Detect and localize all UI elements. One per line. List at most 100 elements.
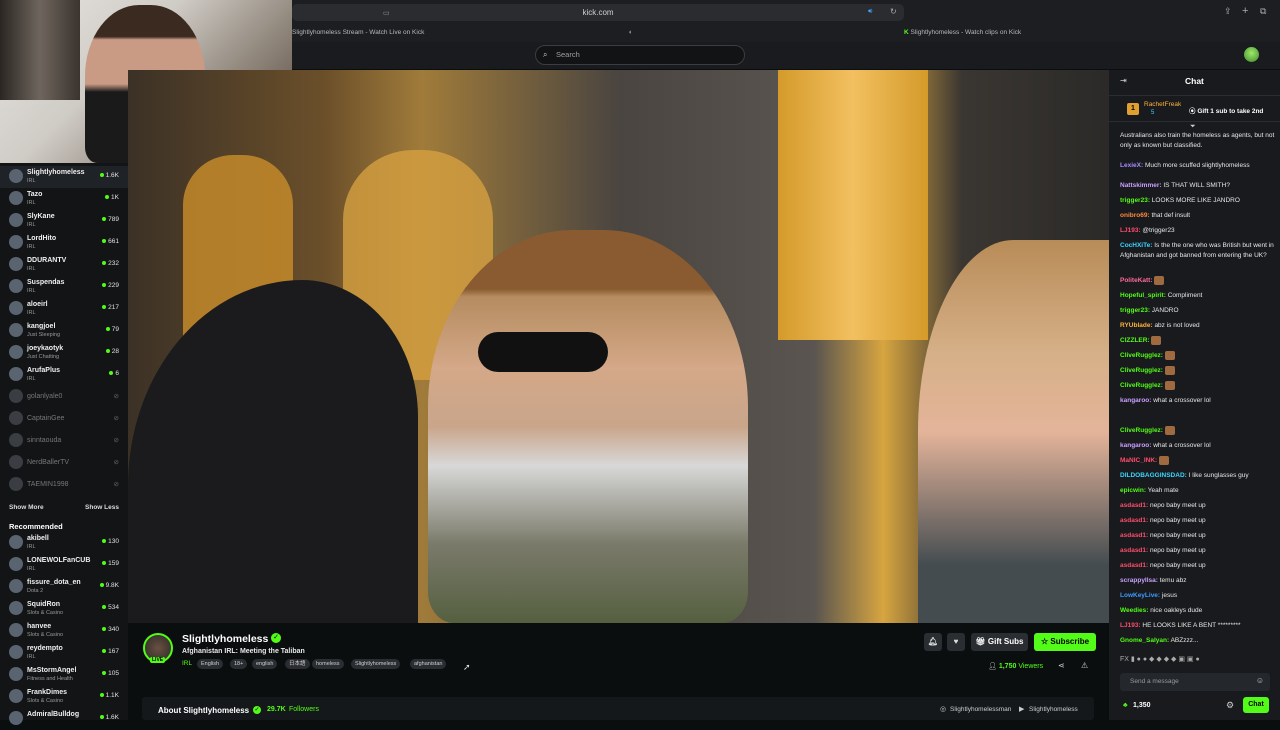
chat-text: Australians also train the homeless as a… [1120, 132, 1275, 149]
sidebar-channel[interactable]: sinntaouda ⊘ [0, 430, 128, 452]
youtube-icon[interactable]: ▶ [1019, 705, 1024, 713]
share-icon[interactable]: ⇪ [1224, 6, 1232, 17]
chat-username[interactable]: Hopeful_spirit: [1120, 292, 1166, 299]
sidebar-channel[interactable]: LordHito IRL 661 [0, 232, 128, 254]
tab-clips[interactable]: K Slightlyhomeless - Watch clips on Kick [904, 24, 1204, 41]
sidebar-channel[interactable]: akibell IRL 130 [0, 532, 128, 554]
sidebar-channel[interactable]: fissure_dota_en Dota 2 9.8K [0, 576, 128, 598]
stream-tag[interactable]: english [252, 659, 278, 669]
chat-username[interactable]: LowKeyLive: [1120, 592, 1160, 599]
chat-username[interactable]: kangaroo: [1120, 397, 1151, 404]
show-more-link[interactable]: Show More [9, 504, 44, 511]
kick-topbar [292, 42, 1280, 69]
show-less-link[interactable]: Show Less [85, 504, 119, 511]
chat-username[interactable]: CocHXiTe: [1120, 242, 1152, 249]
chat-username[interactable]: RYUblade: [1120, 322, 1153, 329]
chat-username[interactable]: trigger23: [1120, 307, 1150, 314]
tab-mute-icon[interactable]: 🔈︎ [629, 24, 633, 41]
chat-username[interactable]: trigger23: [1120, 197, 1150, 204]
social-link-1[interactable]: Slightlyhomelessman [950, 706, 1011, 713]
sidebar-channel[interactable]: TAEMIN1998 ⊘ [0, 474, 128, 496]
channel-category: IRL [27, 244, 36, 250]
emote-icon [1154, 276, 1165, 285]
sidebar-channel[interactable]: DDURANTV IRL 232 [0, 254, 128, 276]
sidebar-channel[interactable]: NerdBallerTV ⊘ [0, 452, 128, 474]
sidebar-channel[interactable]: AdmiralBulldog 1.6K [0, 708, 128, 730]
pinned-user[interactable]: RachetFreak [1144, 101, 1181, 108]
chat-username[interactable]: LJ193: [1120, 227, 1141, 234]
chat-username[interactable]: scrappyllsa: [1120, 577, 1158, 584]
chat-username[interactable]: DILDOBAGGINSDAD: [1120, 472, 1187, 479]
social-link-2[interactable]: Slightlyhomeless [1029, 706, 1078, 713]
chat-username[interactable]: CliveRugglez: [1120, 382, 1163, 389]
sidebar-channel[interactable]: CaptainGee ⊘ [0, 408, 128, 430]
chat-username[interactable]: onibro69: [1120, 212, 1150, 219]
chat-username[interactable]: Nattskimmer: [1120, 182, 1162, 189]
audio-icon[interactable]: 🔊︎ [868, 8, 872, 16]
subscribe-label: Subscribe [1050, 637, 1090, 646]
stream-tag[interactable]: Slightlyhomeless [351, 659, 401, 669]
chat-username[interactable]: asdasd1: [1120, 547, 1148, 554]
chat-username[interactable]: asdasd1: [1120, 532, 1148, 539]
notifications-button[interactable]: 🔔︎ [924, 633, 942, 651]
chat-username[interactable]: CliveRugglez: [1120, 427, 1163, 434]
points-value[interactable]: 1,350 [1133, 702, 1151, 709]
new-tab-icon[interactable]: + [1242, 5, 1248, 17]
follow-button[interactable]: ♥ [947, 633, 965, 651]
chat-username[interactable]: CliveRugglez: [1120, 367, 1163, 374]
video-player[interactable] [128, 70, 1109, 623]
user-avatar[interactable] [1244, 47, 1259, 62]
search-input[interactable]: ⌕ Search [535, 45, 745, 65]
instagram-icon[interactable]: ◎ [940, 705, 946, 713]
sidebar-channel[interactable]: hanvee Slots & Casino 340 [0, 620, 128, 642]
stream-tag[interactable]: homeless [312, 659, 344, 669]
sidebar-channel[interactable]: Tazo IRL 1K [0, 188, 128, 210]
sidebar-channel[interactable]: FrankDimes Slots & Casino 1.1K [0, 686, 128, 708]
channel-avatar-icon [9, 557, 23, 571]
reload-icon[interactable]: ↻ [890, 7, 897, 16]
chat-username[interactable]: asdasd1: [1120, 562, 1148, 569]
sidebar-channel[interactable]: aloeirl IRL 217 [0, 298, 128, 320]
chat-username[interactable]: CliveRugglez: [1120, 352, 1163, 359]
subscribe-button[interactable]: ☆ Subscribe [1034, 633, 1096, 651]
chat-input[interactable]: Send a message ☺ [1120, 673, 1270, 691]
tab-stream[interactable]: Slightlyhomeless Stream - Watch Live on … [292, 24, 622, 41]
channel-name[interactable]: Slightlyhomeless [182, 633, 268, 645]
share-stream-icon[interactable]: ⋖ [1058, 661, 1065, 670]
stream-tag[interactable]: English [197, 659, 224, 669]
chat-username[interactable]: CIZZLER: [1120, 337, 1150, 344]
chat-username[interactable]: Weedies: [1120, 607, 1148, 614]
sidebar-channel[interactable]: MsStormAngel Fitness and Health 105 [0, 664, 128, 686]
sidebar-channel[interactable]: SquidRon Slots & Casino 534 [0, 598, 128, 620]
report-icon[interactable]: ⚠ [1081, 661, 1088, 670]
sidebar-channel[interactable]: SlyKane IRL 789 [0, 210, 128, 232]
stream-tag[interactable]: afghanistan [410, 659, 447, 669]
sidebar-channel[interactable]: kangjoel Just Sleeping 79 [0, 320, 128, 342]
chat-username[interactable]: LJ193: [1120, 622, 1141, 629]
stream-category[interactable]: IRL [182, 660, 192, 667]
stream-tag[interactable]: 18+ [230, 659, 248, 669]
gift-subs-button[interactable]: 🎁︎ Gift Subs [971, 633, 1028, 651]
sidebar-channel[interactable]: joeykaotyk Just Chatting 28 [0, 342, 128, 364]
chat-username[interactable]: kangaroo: [1120, 442, 1151, 449]
chat-username[interactable]: asdasd1: [1120, 502, 1148, 509]
chat-username[interactable]: asdasd1: [1120, 517, 1148, 524]
chat-username[interactable]: epicwin: [1120, 487, 1146, 494]
collapse-chat-icon[interactable]: ⇥ [1120, 76, 1127, 85]
sidebar-channel[interactable]: ArufaPlus IRL 6 [0, 364, 128, 386]
sidebar-channel[interactable]: reydempto IRL 167 [0, 642, 128, 664]
chat-filter-icon[interactable]: ⏷ [1190, 123, 1196, 131]
sidebar-channel[interactable]: Slightlyhomeless IRL 1.6K [0, 166, 128, 188]
sidebar-channel[interactable]: Suspendas IRL 229 [0, 276, 128, 298]
chat-username[interactable]: PoliteKatt: [1120, 277, 1153, 284]
stream-tag[interactable]: 日本語 [285, 659, 310, 669]
chat-username[interactable]: Gnome_Salyan: [1120, 637, 1169, 644]
chat-send-button[interactable]: Chat [1243, 697, 1269, 713]
sidebar-channel[interactable]: LONEWOLFanCUB IRL 159 [0, 554, 128, 576]
chat-settings-icon[interactable]: ⚙ [1226, 700, 1234, 711]
emoji-icon[interactable]: ☺ [1256, 676, 1264, 685]
chat-username[interactable]: MaNIC_INK: [1120, 457, 1157, 464]
sidebar-channel[interactable]: golanlyale0 ⊘ [0, 386, 128, 408]
chat-username[interactable]: LexieX: [1120, 162, 1143, 169]
tabs-overview-icon[interactable]: ⧉ [1260, 6, 1266, 17]
